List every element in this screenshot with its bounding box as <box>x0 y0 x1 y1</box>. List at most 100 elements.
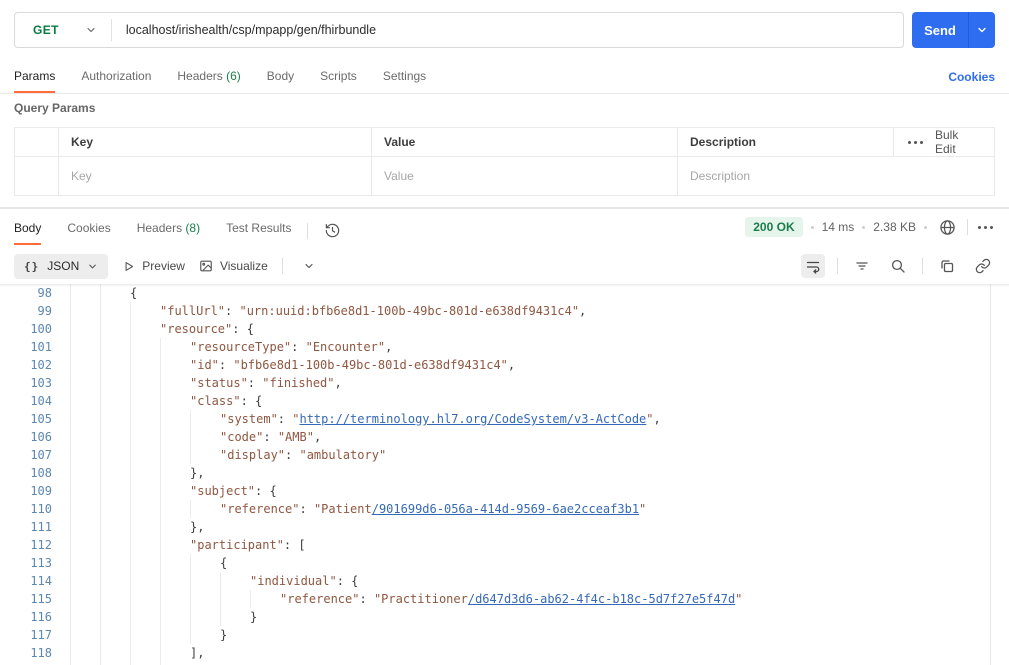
code-line: 116} <box>0 608 1009 626</box>
code-line: 113 { <box>0 554 1009 572</box>
tab-response-headers[interactable]: Headers (8) <box>137 221 200 245</box>
indent-guide <box>190 608 220 626</box>
more-options-icon[interactable] <box>976 225 995 229</box>
code-text: , <box>313 430 322 444</box>
code-line: 106 "code": "AMB", <box>0 428 1009 446</box>
status-badge[interactable]: 200 OK <box>745 217 803 237</box>
indent-guide <box>190 572 220 590</box>
indent-guide <box>160 464 190 482</box>
indent-guide <box>100 446 130 464</box>
code-text: "class" <box>190 394 241 408</box>
code-text: " <box>292 412 300 426</box>
response-size: 2.38 KB <box>873 220 916 234</box>
method-select[interactable]: GET <box>15 23 111 37</box>
code-text: "reference" <box>220 502 300 516</box>
bulk-edit-button[interactable]: Bulk Edit <box>894 128 994 157</box>
param-key-input[interactable]: Key <box>59 157 372 195</box>
expand-format-icon[interactable] <box>297 254 321 278</box>
code-text: } <box>250 610 258 624</box>
divider <box>837 258 838 274</box>
tab-test-results[interactable]: Test Results <box>226 221 291 245</box>
rest-client-window: GET localhost/irishealth/csp/mpapp/gen/f… <box>0 0 1009 665</box>
indent-guide <box>160 554 190 572</box>
row-handle-cell[interactable] <box>15 157 59 195</box>
json-link[interactable]: /901699d6-056a-414d-9569-6ae2cceaf3b1 <box>372 502 639 516</box>
param-description-input[interactable]: Description <box>678 157 994 195</box>
code-text: "ambulatory" <box>299 448 387 462</box>
code-text: : <box>263 430 278 444</box>
indent-guide <box>100 302 130 320</box>
tab-response-body[interactable]: Body <box>14 221 42 245</box>
indent-guide <box>190 500 220 518</box>
tab-headers[interactable]: Headers (6) <box>177 69 240 93</box>
request-tabs: Params Authorization Headers (6) Body Sc… <box>14 61 426 93</box>
indent-guide <box>100 374 130 392</box>
indent-guide <box>160 410 190 428</box>
code-line: 101 "resourceType": "Encounter", <box>0 338 1009 356</box>
code-line: 100 "resource": { <box>0 320 1009 338</box>
code-line: 102 "id": "bfb6e8d1-100b-49bc-801d-e638df… <box>0 356 1009 374</box>
query-params-table: Key Value Description Bulk Edit Key Valu… <box>14 127 995 196</box>
param-value-input[interactable]: Value <box>372 157 678 195</box>
indent-guide <box>190 446 220 464</box>
line-number: 114 <box>30 574 52 588</box>
chevron-down-icon <box>976 24 988 36</box>
tab-body[interactable]: Body <box>267 69 294 93</box>
search-icon[interactable] <box>886 254 910 278</box>
indent-guide <box>70 446 100 464</box>
code-text: "AMB" <box>277 430 314 444</box>
indent-guide <box>130 626 160 644</box>
json-link[interactable]: /d647d3d6-ab62-4f4c-b18c-5d7f27e5f47d <box>468 592 735 606</box>
indent-guide <box>220 608 250 626</box>
indent-guide <box>160 446 190 464</box>
indent-guide <box>100 644 130 662</box>
indent-guide <box>160 500 190 518</box>
pane-splitter[interactable] <box>0 207 1009 209</box>
code-text: "system" <box>220 412 278 426</box>
code-text: : <box>291 340 306 354</box>
code-lines: 98 {99 "fullUrl": "urn:uuid:bfb6e8d1-100b-… <box>0 284 1009 665</box>
url-input[interactable]: localhost/irishealth/csp/mpapp/gen/fhirb… <box>112 23 903 37</box>
send-options-button[interactable] <box>968 12 995 48</box>
history-icon[interactable] <box>320 219 344 243</box>
copy-icon[interactable] <box>935 254 959 278</box>
code-text: }, <box>190 466 205 480</box>
indent-guide <box>100 320 130 338</box>
wrap-text-icon[interactable] <box>801 254 825 278</box>
indent-guide <box>130 590 160 608</box>
line-number: 102 <box>30 358 52 372</box>
indent-guide <box>70 284 100 302</box>
indent-guide <box>160 518 190 536</box>
indent-guide <box>250 590 280 608</box>
preview-button[interactable]: Preview <box>122 259 185 273</box>
code-text: "display" <box>220 448 286 462</box>
line-number: 106 <box>30 430 52 444</box>
select-all-cell[interactable] <box>15 128 59 157</box>
cookies-link[interactable]: Cookies <box>948 70 995 84</box>
format-select[interactable]: {} JSON <box>14 253 109 279</box>
indent-guide <box>70 536 100 554</box>
tab-scripts[interactable]: Scripts <box>320 69 357 93</box>
line-number: 111 <box>30 520 52 534</box>
chevron-down-icon <box>305 263 313 269</box>
filter-icon[interactable] <box>850 254 874 278</box>
indent-guide <box>100 338 130 356</box>
indent-guide <box>70 554 100 572</box>
indent-guide <box>100 572 130 590</box>
tab-response-cookies[interactable]: Cookies <box>67 221 110 245</box>
tab-settings[interactable]: Settings <box>383 69 426 93</box>
code-line: 111}, <box>0 518 1009 536</box>
tab-authorization[interactable]: Authorization <box>81 69 151 93</box>
tab-params[interactable]: Params <box>14 69 56 93</box>
code-text: : { <box>255 484 277 498</box>
headers-count: (6) <box>226 69 241 83</box>
send-button[interactable]: Send <box>912 12 968 48</box>
response-body-viewer[interactable]: 98 {99 "fullUrl": "urn:uuid:bfb6e8d1-100b-… <box>0 284 1009 665</box>
json-link[interactable]: http://terminology.hl7.org/CodeSystem/v3… <box>299 412 646 426</box>
indent-guide <box>130 428 160 446</box>
indent-guide <box>100 608 130 626</box>
response-toolbar: {} JSON Preview Visualize <box>14 252 995 280</box>
link-icon[interactable] <box>971 254 995 278</box>
globe-icon[interactable] <box>935 215 959 239</box>
visualize-button[interactable]: Visualize <box>199 259 268 273</box>
